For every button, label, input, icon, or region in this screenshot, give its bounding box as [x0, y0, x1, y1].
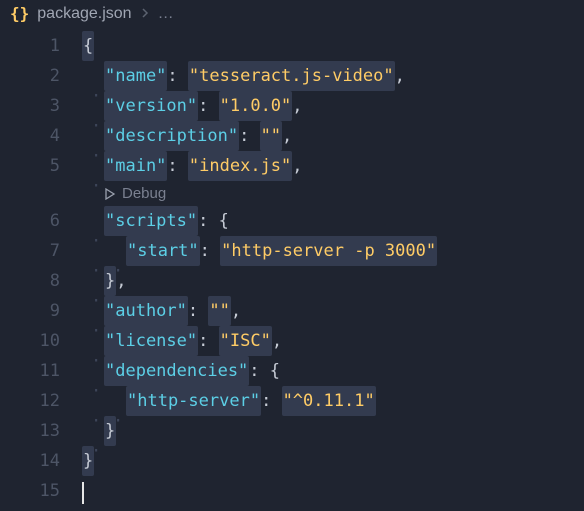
- line-number: 14: [0, 446, 60, 476]
- close-brace: }: [104, 416, 116, 446]
- json-value: "^0.11.1": [282, 386, 376, 416]
- close-brace: }: [82, 446, 94, 476]
- line-number: 1: [0, 31, 60, 61]
- json-key: "description": [104, 121, 239, 151]
- debug-codelens[interactable]: Debug: [82, 181, 584, 206]
- open-brace: {: [82, 31, 94, 61]
- json-value: "ISC": [219, 326, 272, 356]
- code-editor[interactable]: 1 2 3 4 5 6 7 8 9 10 11 12 13 14 15 { "n…: [0, 31, 584, 506]
- json-key: "main": [104, 151, 167, 181]
- json-key: "author": [104, 296, 188, 326]
- json-key: "name": [104, 61, 167, 91]
- json-key: "license": [104, 326, 198, 356]
- breadcrumb-filename: package.json: [37, 5, 131, 23]
- json-key: "http-server": [126, 386, 261, 416]
- json-file-icon: {}: [10, 4, 29, 23]
- breadcrumb[interactable]: {} package.json …: [0, 0, 584, 31]
- json-value: "1.0.0": [219, 91, 293, 121]
- line-number: 9: [0, 296, 60, 326]
- line-number: 15: [0, 476, 60, 506]
- line-number: 4: [0, 121, 60, 151]
- json-value: "index.js": [188, 151, 292, 181]
- json-value: "": [208, 296, 230, 326]
- line-number: 10: [0, 326, 60, 356]
- json-key: "start": [126, 236, 200, 266]
- line-number: 12: [0, 386, 60, 416]
- json-key: "version": [104, 91, 198, 121]
- debug-label: Debug: [122, 181, 166, 206]
- breadcrumb-ellipsis[interactable]: …: [158, 5, 174, 23]
- json-key: "scripts": [104, 206, 198, 236]
- line-number-gutter: 1 2 3 4 5 6 7 8 9 10 11 12 13 14 15: [0, 31, 82, 506]
- json-value: "http-server -p 3000": [220, 236, 437, 266]
- text-cursor: [82, 482, 84, 504]
- line-number: 2: [0, 61, 60, 91]
- json-value: "": [260, 121, 282, 151]
- line-number: 11: [0, 356, 60, 386]
- line-number: 5: [0, 151, 60, 181]
- json-value: "tesseract.js-video": [188, 61, 395, 91]
- line-number: 13: [0, 416, 60, 446]
- chevron-right-icon: [140, 5, 150, 23]
- close-brace: }: [104, 266, 116, 296]
- code-content[interactable]: { "name": "tesseract.js-video", "version…: [82, 31, 584, 506]
- line-number: 6: [0, 206, 60, 236]
- line-number: 8: [0, 266, 60, 296]
- json-key: "dependencies": [104, 356, 249, 386]
- play-icon: [104, 188, 116, 200]
- line-number: 7: [0, 236, 60, 266]
- line-number: 3: [0, 91, 60, 121]
